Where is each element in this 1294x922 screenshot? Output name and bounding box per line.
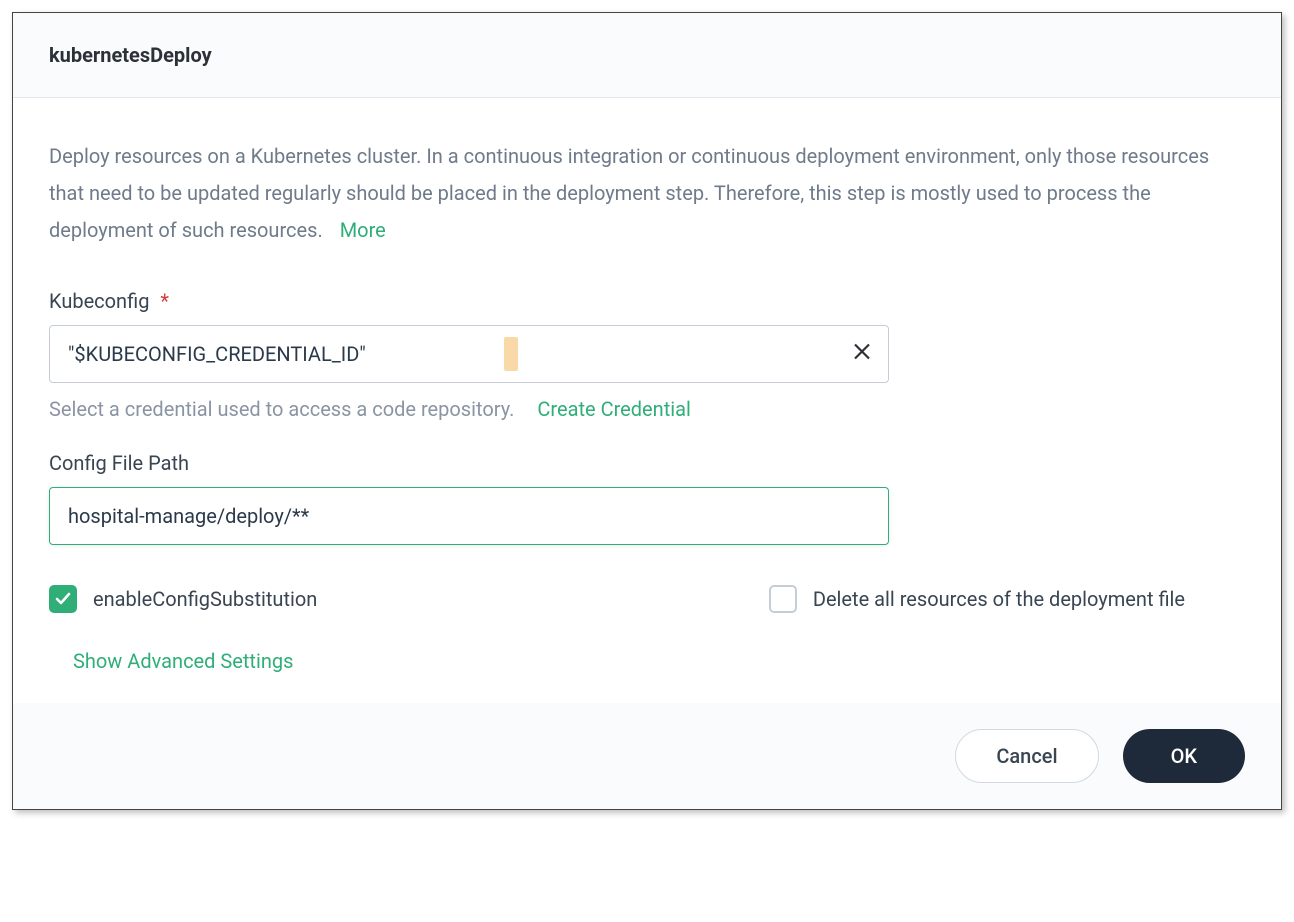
create-credential-link[interactable]: Create Credential [537, 397, 691, 421]
advanced-settings-link[interactable]: Show Advanced Settings [73, 649, 293, 673]
enable-substitution-checkbox[interactable]: enableConfigSubstitution [49, 585, 317, 613]
kubeconfig-input-wrap [49, 325, 889, 383]
config-path-label: Config File Path [49, 451, 1245, 475]
description-text: Deploy resources on a Kubernetes cluster… [49, 138, 1245, 249]
enable-substitution-label: enableConfigSubstitution [93, 587, 317, 611]
modal-footer: Cancel OK [13, 703, 1281, 809]
delete-resources-label: Delete all resources of the deployment f… [813, 587, 1185, 611]
checkbox-checked-icon [49, 585, 77, 613]
config-path-input-wrap [49, 487, 889, 545]
more-link[interactable]: More [340, 218, 386, 242]
ok-button[interactable]: OK [1123, 729, 1245, 783]
required-mark: * [160, 289, 169, 313]
kubeconfig-helper: Select a credential used to access a cod… [49, 397, 1245, 421]
modal-body: Deploy resources on a Kubernetes cluster… [13, 98, 1281, 703]
checkbox-unchecked-icon [769, 585, 797, 613]
checkbox-row: enableConfigSubstitution Delete all reso… [49, 585, 1245, 613]
kubeconfig-helper-text: Select a credential used to access a cod… [49, 397, 514, 421]
kubeconfig-input[interactable] [49, 325, 889, 383]
description-body: Deploy resources on a Kubernetes cluster… [49, 144, 1209, 242]
delete-resources-checkbox[interactable]: Delete all resources of the deployment f… [769, 585, 1185, 613]
modal-title: kubernetesDeploy [49, 43, 1245, 67]
clear-icon[interactable] [853, 343, 871, 366]
config-path-input[interactable] [49, 487, 889, 545]
text-cursor-icon [504, 337, 518, 371]
kubeconfig-field: Kubeconfig * Select a credential used to… [49, 289, 1245, 421]
kubeconfig-label: Kubeconfig * [49, 289, 1245, 313]
modal-dialog: kubernetesDeploy Deploy resources on a K… [12, 12, 1282, 810]
cancel-button[interactable]: Cancel [955, 729, 1098, 783]
modal-header: kubernetesDeploy [13, 13, 1281, 98]
config-path-field: Config File Path [49, 451, 1245, 545]
kubeconfig-label-text: Kubeconfig [49, 289, 149, 313]
